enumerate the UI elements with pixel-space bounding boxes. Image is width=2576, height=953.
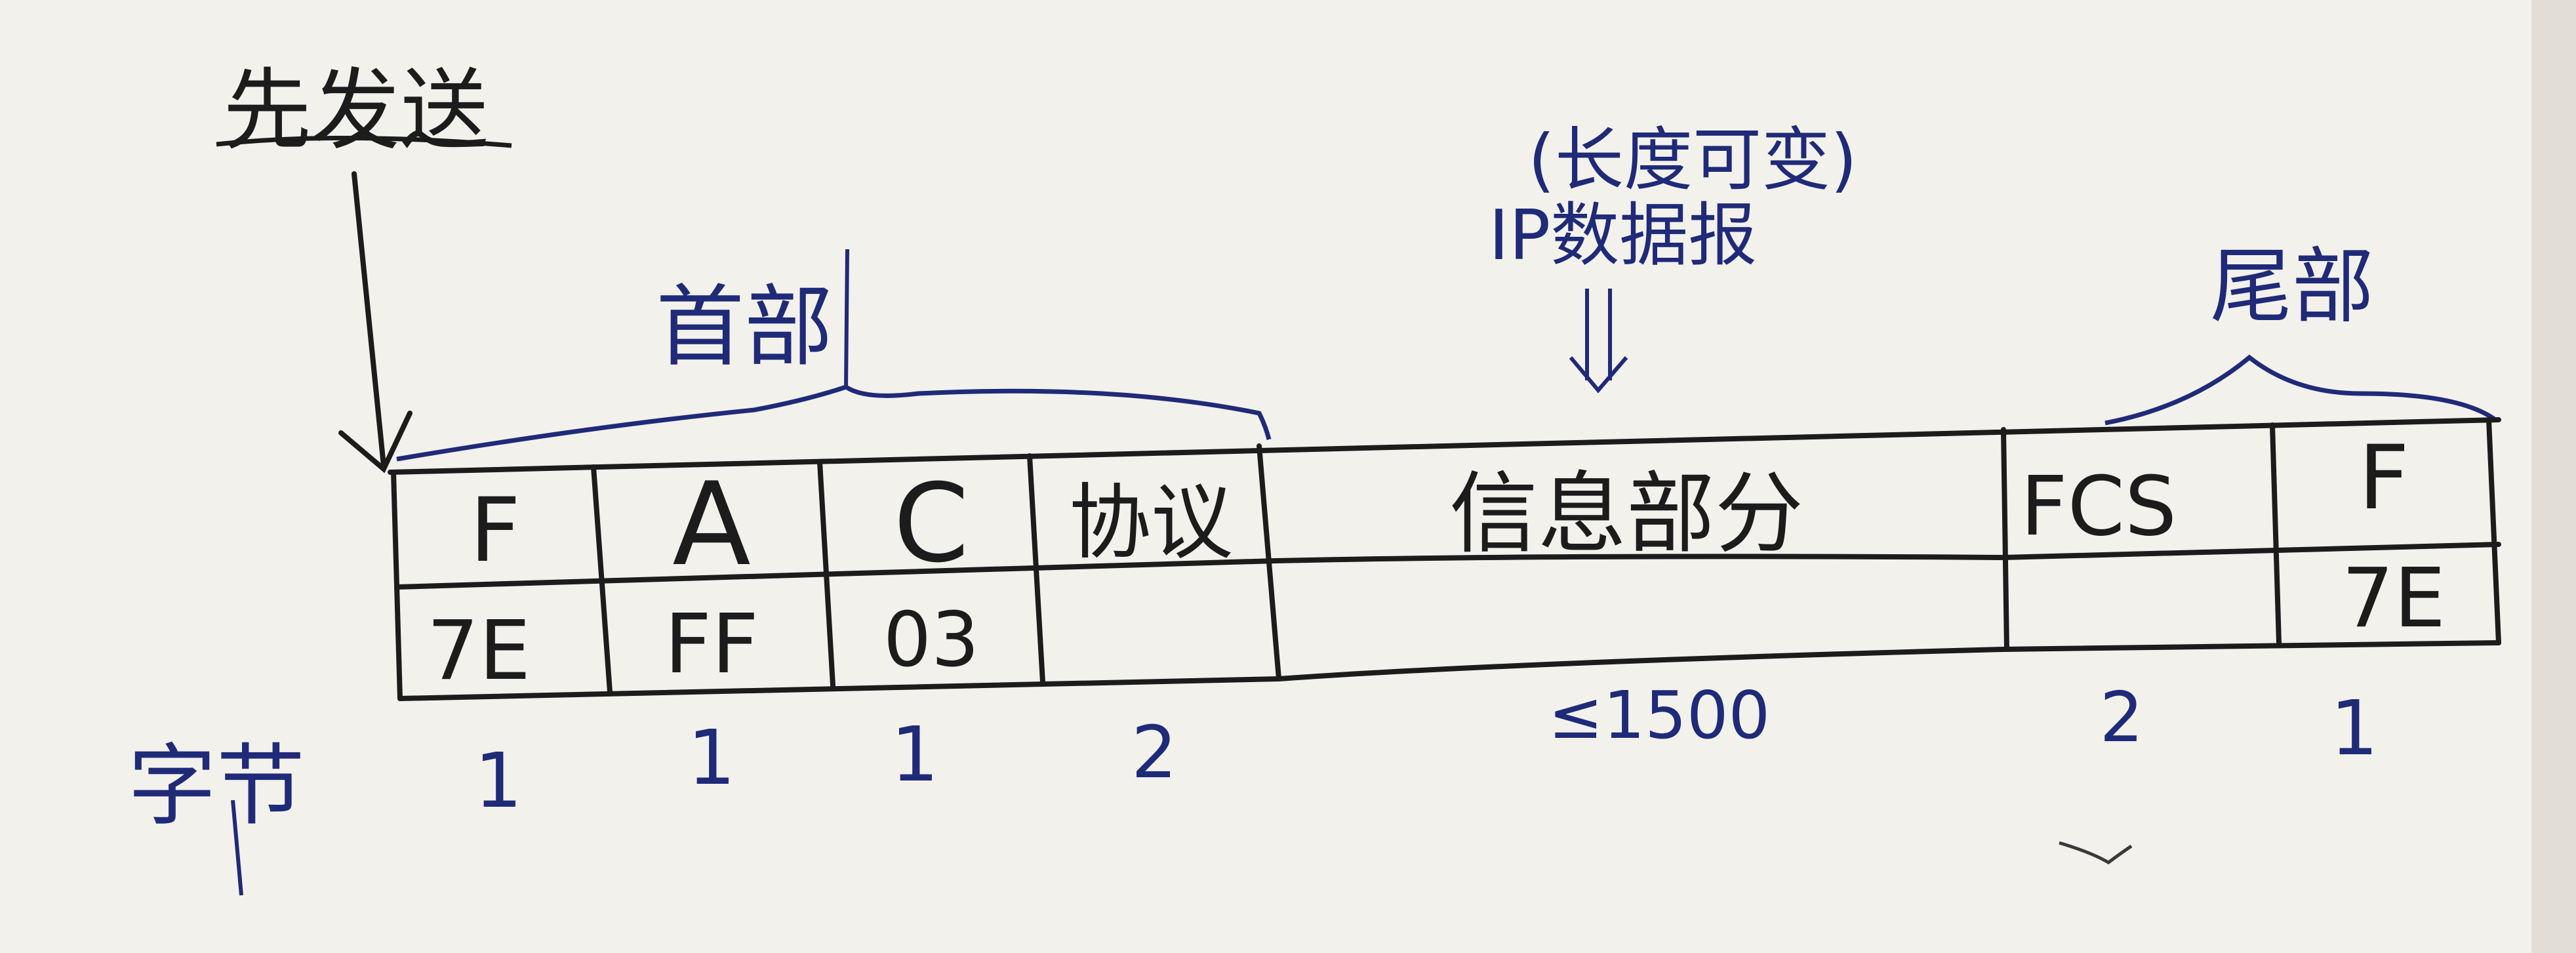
field-name-f-start: F [470, 479, 521, 582]
byte-count-f-end: 1 [2330, 685, 2378, 773]
field-name-info: 信息部分 [1449, 462, 1803, 565]
byte-count-c: 1 [891, 711, 938, 799]
field-value-a: FF [664, 597, 759, 692]
field-value-c: 03 [883, 596, 979, 684]
header-label: 首部 [656, 275, 833, 378]
payload-note: (长度可变) [1528, 120, 1857, 200]
field-name-a: A [672, 458, 751, 592]
field-value-f-start: 7E [427, 603, 531, 699]
field-name-c: C [893, 460, 969, 586]
field-value-f-end: 7E [2342, 551, 2446, 646]
ppp-frame-diagram: 先发送 首部 尾部 (长度可变) IP数据报 F A C 协议 信息部分 FCS… [0, 0, 2576, 953]
byte-count-fcs: 2 [2100, 678, 2144, 758]
byte-count-protocol: 2 [1131, 710, 1177, 794]
byte-count-a: 1 [687, 714, 735, 802]
field-name-fcs: FCS [2021, 459, 2177, 554]
paper-shadow-edge [2531, 0, 2576, 953]
bytes-row-label: 字节 [128, 735, 305, 838]
field-name-protocol: 协议 [1069, 476, 1233, 571]
byte-count-info: ≤1500 [1548, 677, 1770, 754]
payload-type: IP数据报 [1489, 195, 1757, 275]
field-name-f-end: F [2358, 426, 2409, 529]
byte-count-f-start: 1 [474, 737, 522, 825]
trailer-label: 尾部 [2210, 239, 2374, 335]
header-brace-tick [844, 249, 849, 388]
send-first-label: 先发送 [223, 59, 489, 162]
